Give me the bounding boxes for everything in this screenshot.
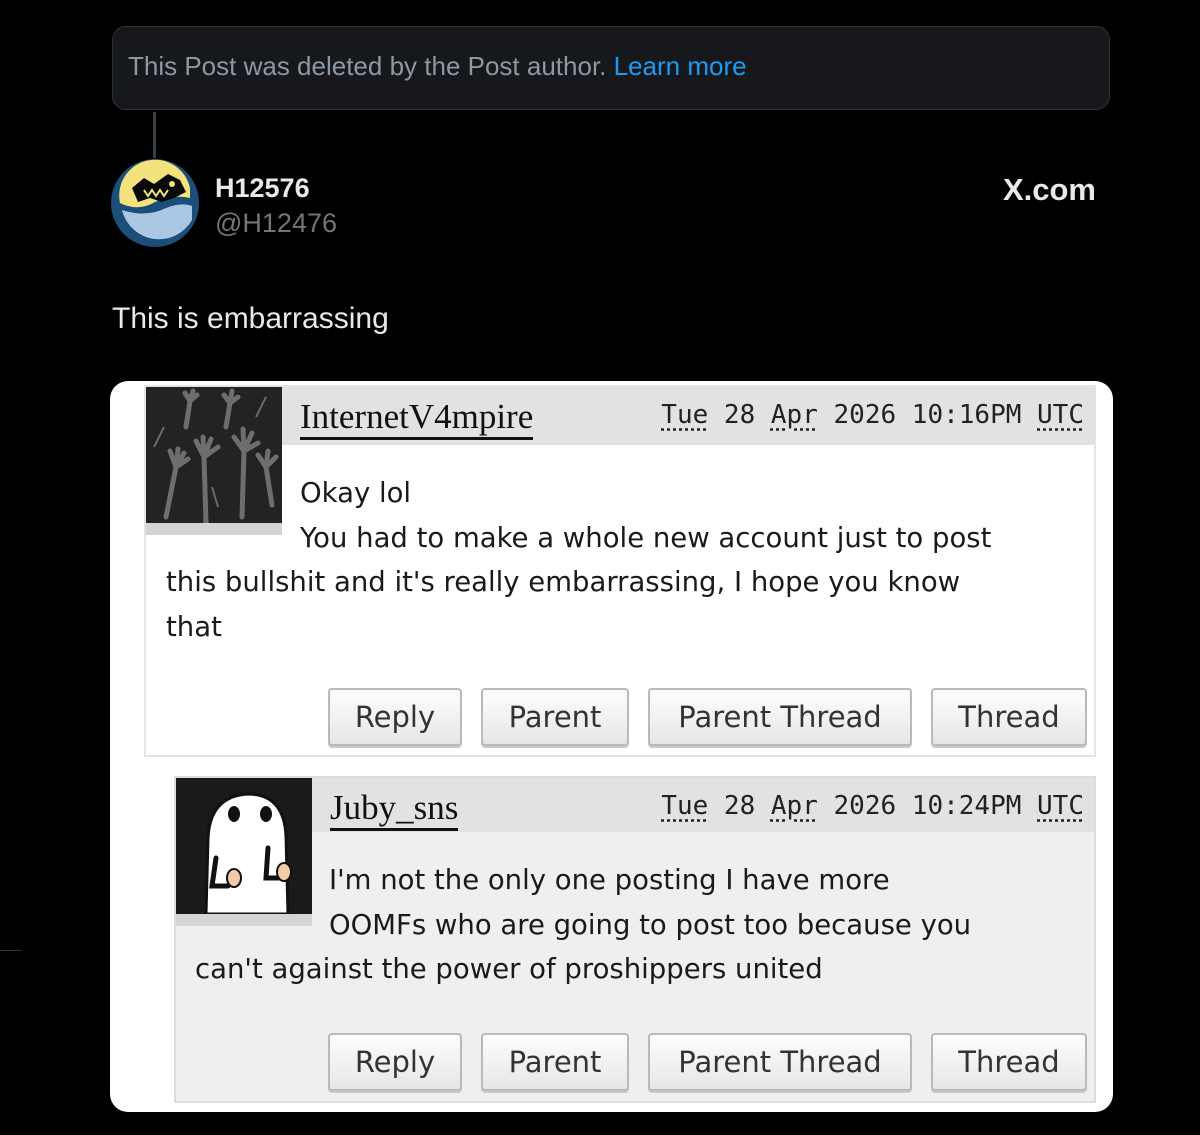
- avatar-caption-strip: [146, 523, 282, 535]
- parent-button[interactable]: Parent: [481, 688, 629, 746]
- author-handle[interactable]: @H12476: [215, 208, 337, 239]
- comment-date: Tue 28 Apr 2026 10:16PM UTC: [661, 400, 1084, 430]
- comment-username[interactable]: InternetV4mpire: [300, 398, 534, 440]
- date-day: 28: [723, 400, 756, 430]
- divider: [0, 950, 22, 951]
- author-avatar-icon: [111, 159, 199, 247]
- learn-more-link[interactable]: Learn more: [614, 51, 747, 81]
- reply-button[interactable]: Reply: [328, 1033, 462, 1091]
- comment-line: OOMFs who are going to post too because …: [329, 908, 972, 941]
- date-time: 10:24PM: [911, 791, 1022, 821]
- avatar-caption-strip: [176, 914, 312, 926]
- date-weekday: Tue: [661, 791, 709, 821]
- date-timezone: UTC: [1037, 791, 1084, 821]
- comment-line: Okay lol: [300, 477, 412, 509]
- comment-header: InternetV4mpire Tue 28 Apr 2026 10:16PM …: [282, 387, 1094, 445]
- comment-line: can't against the power of proshippers u…: [195, 953, 823, 985]
- comment: InternetV4mpire Tue 28 Apr 2026 10:16PM …: [144, 385, 1096, 757]
- comment-line: that: [166, 610, 222, 643]
- date-month: Apr: [770, 791, 818, 821]
- comment-line: You had to make a whole new account just…: [300, 521, 992, 554]
- comment-body: Okay lol You had to make a whole new acc…: [166, 471, 992, 649]
- comment-line: this bullshit and it's really embarrassi…: [166, 566, 961, 598]
- date-timezone: UTC: [1037, 400, 1084, 430]
- blob-character-avatar-icon: [176, 778, 312, 916]
- parent-button[interactable]: Parent: [481, 1033, 629, 1091]
- thread-connector-line: [153, 112, 156, 158]
- comment-avatar: [176, 778, 312, 916]
- reply-button[interactable]: Reply: [328, 688, 462, 746]
- comment-username[interactable]: Juby_sns: [330, 789, 459, 831]
- date-weekday: Tue: [661, 400, 709, 430]
- deleted-notice-message: This Post was deleted by the Post author…: [128, 51, 614, 81]
- thread-button[interactable]: Thread: [931, 688, 1087, 746]
- deleted-post-text: This Post was deleted by the Post author…: [128, 51, 747, 82]
- date-year: 2026: [833, 791, 897, 821]
- comment-header: Juby_sns Tue 28 Apr 2026 10:24PM UTC: [312, 778, 1094, 832]
- comment-line: I'm not the only one posting I have more: [329, 864, 890, 896]
- date-time: 10:16PM: [911, 400, 1022, 430]
- author-name[interactable]: H12576: [215, 173, 310, 204]
- post-text: This is embarrassing: [112, 302, 389, 335]
- parent-thread-button[interactable]: Parent Thread: [648, 688, 912, 746]
- comment-date: Tue 28 Apr 2026 10:24PM UTC: [661, 791, 1084, 821]
- deleted-post-notice: This Post was deleted by the Post author…: [112, 26, 1110, 110]
- embedded-screenshot[interactable]: InternetV4mpire Tue 28 Apr 2026 10:16PM …: [110, 381, 1113, 1112]
- comment-body: I'm not the only one posting I have more…: [195, 858, 972, 992]
- thread-button[interactable]: Thread: [931, 1033, 1087, 1091]
- avatar[interactable]: [110, 158, 200, 248]
- date-day: 28: [723, 791, 756, 821]
- date-year: 2026: [833, 400, 897, 430]
- comment: Juby_sns Tue 28 Apr 2026 10:24PM UTC I'm…: [174, 776, 1096, 1103]
- hands-avatar-icon: [146, 387, 282, 526]
- parent-thread-button[interactable]: Parent Thread: [648, 1033, 912, 1091]
- date-month: Apr: [770, 400, 818, 430]
- comment-avatar: [146, 387, 282, 526]
- brand-watermark: X.com: [1002, 172, 1096, 207]
